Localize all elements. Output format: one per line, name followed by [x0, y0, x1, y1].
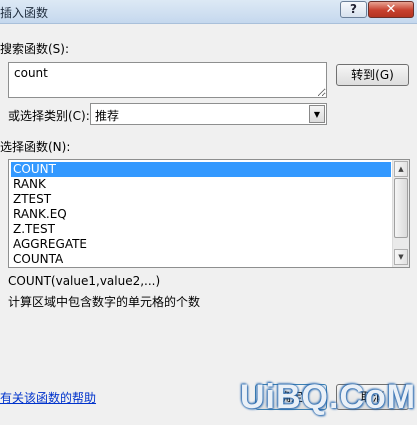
- search-label: 搜索函数(S):: [0, 42, 70, 56]
- category-select[interactable]: 推荐 ▼: [90, 103, 327, 125]
- help-button[interactable]: ?: [340, 1, 367, 18]
- close-button[interactable]: ✕: [368, 1, 414, 18]
- list-item[interactable]: RANK: [11, 177, 391, 192]
- category-label: 或选择类别(C):: [8, 109, 90, 123]
- function-description: 计算区域中包含数字的单元格的个数: [8, 295, 201, 309]
- window-title: 插入函数: [0, 6, 49, 20]
- ok-button[interactable]: 确定: [255, 384, 327, 410]
- list-item[interactable]: RANK.EQ: [11, 207, 391, 222]
- function-help-link[interactable]: 有关该函数的帮助: [0, 389, 96, 406]
- title-bar: 插入函数 ? ✕: [0, 0, 417, 24]
- cancel-button[interactable]: 取消: [336, 384, 409, 410]
- function-syntax: COUNT(value1,value2,...): [8, 274, 161, 288]
- search-input[interactable]: count: [8, 62, 327, 98]
- goto-button[interactable]: 转到(G): [336, 64, 409, 86]
- list-item[interactable]: ZTEST: [11, 192, 391, 207]
- list-item[interactable]: COUNT: [11, 162, 391, 177]
- function-list[interactable]: COUNT RANK ZTEST RANK.EQ Z.TEST AGGREGAT…: [8, 159, 410, 268]
- category-value: 推荐: [95, 109, 120, 123]
- scroll-up-icon[interactable]: ▲: [394, 161, 408, 177]
- function-list-label: 选择函数(N):: [0, 140, 71, 154]
- list-item[interactable]: COUNTA: [11, 252, 391, 267]
- scroll-down-icon[interactable]: ▼: [394, 249, 408, 265]
- list-item[interactable]: Z.TEST: [11, 222, 391, 237]
- list-scrollbar[interactable]: ▲ ▼: [392, 160, 409, 267]
- scroll-thumb[interactable]: [394, 178, 408, 238]
- chevron-down-icon[interactable]: ▼: [309, 105, 325, 123]
- list-item[interactable]: AGGREGATE: [11, 237, 391, 252]
